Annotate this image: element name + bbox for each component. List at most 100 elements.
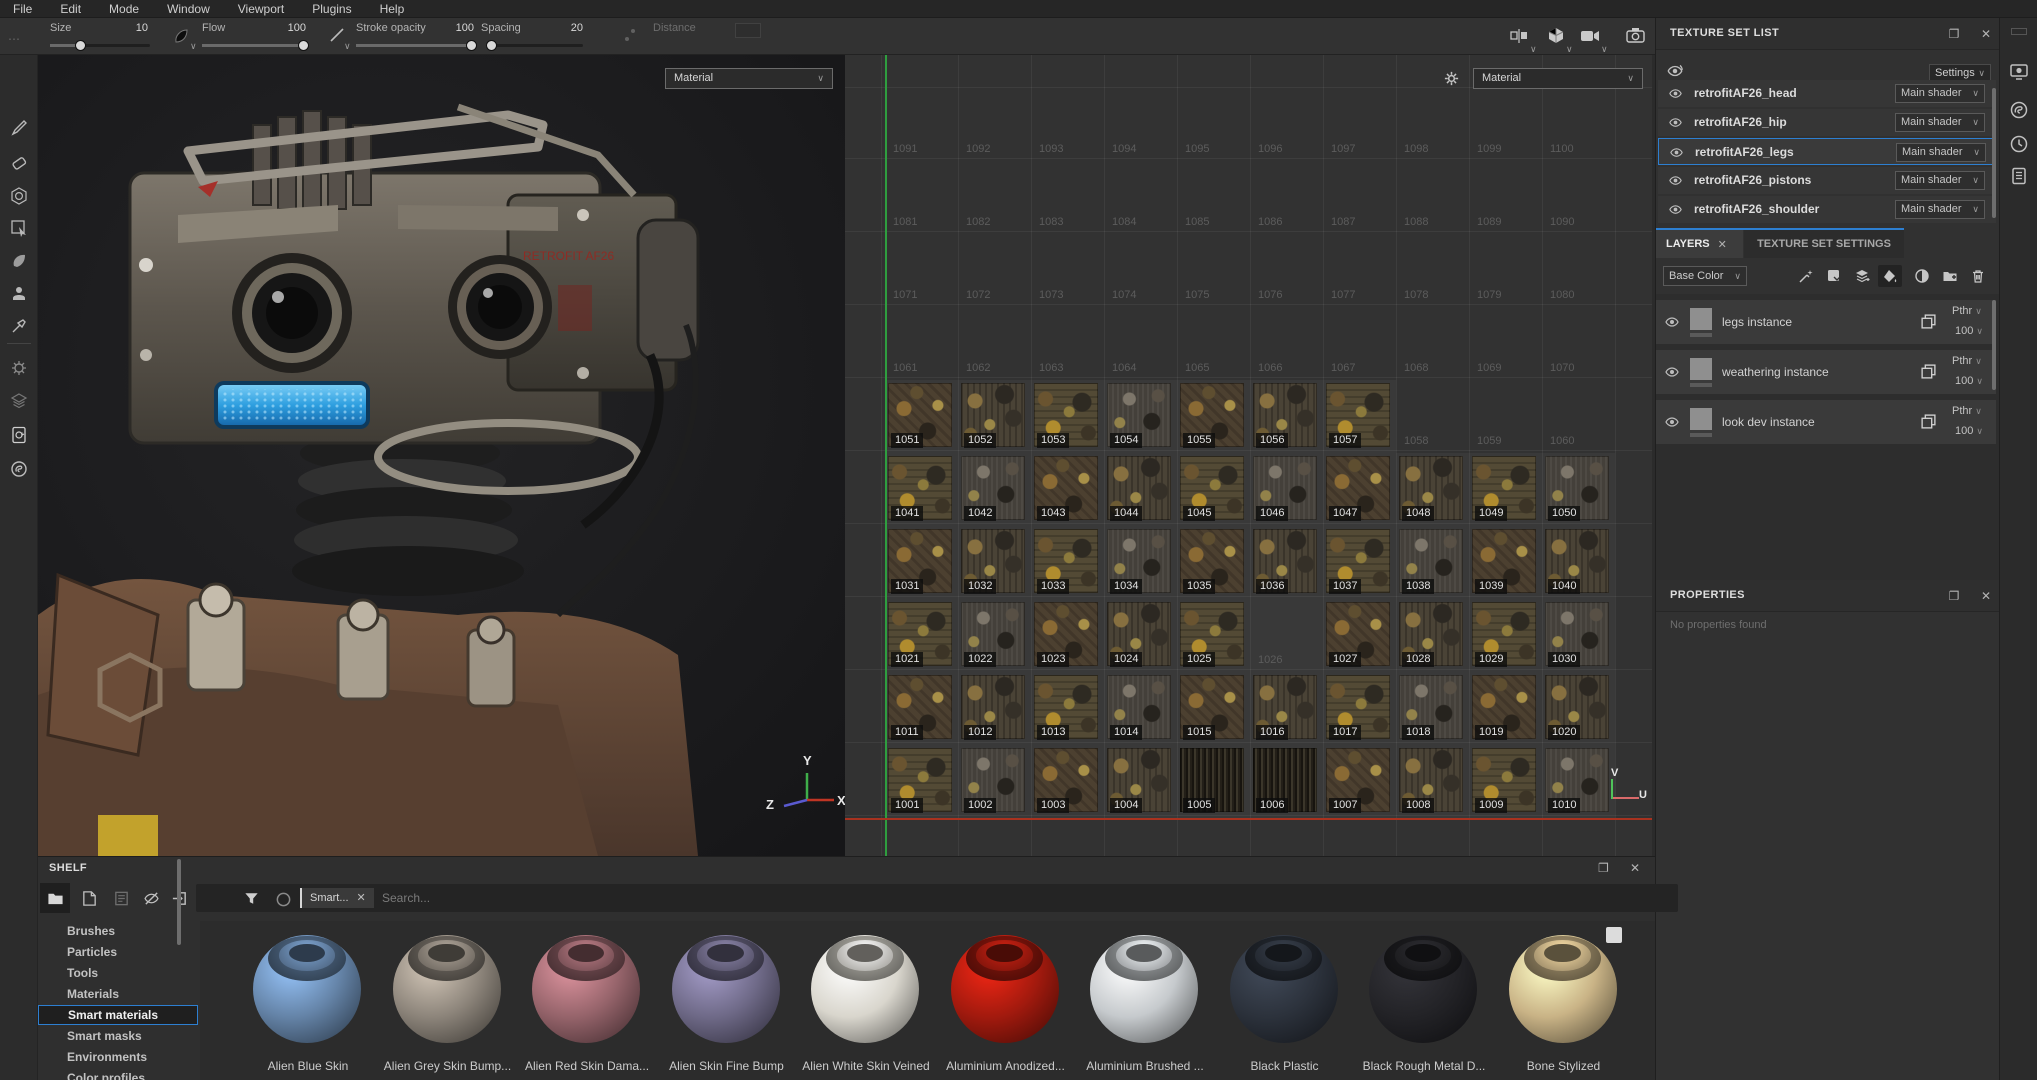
opacity-dropdown[interactable]: 100 ∨ [1955, 375, 1983, 387]
brush-preview-chevron-icon[interactable]: ∨ [190, 42, 197, 51]
shader-dropdown[interactable]: Main shader ∨ [1896, 143, 1986, 162]
eraser-tool-icon[interactable] [8, 151, 30, 173]
shelf-category-smart-materials[interactable]: Smart materials [38, 1005, 198, 1025]
view3d-display-mode-select[interactable]: Material ∨ [665, 68, 833, 89]
eye-slash-icon[interactable] [140, 887, 162, 909]
add-fill-layer-icon[interactable] [1878, 265, 1902, 287]
menu-item-file[interactable]: File [0, 0, 46, 18]
texture-set-row[interactable]: retrofitAF26_hip Main shader ∨ [1658, 109, 1996, 136]
layer-row[interactable]: legs instance Pthr ∨ 100 ∨ [1656, 300, 1996, 344]
blend-mode-dropdown[interactable]: Pthr ∨ [1952, 405, 1982, 417]
shelf-category-smart-masks[interactable]: Smart masks [38, 1026, 198, 1046]
video-camera-icon[interactable] [1580, 29, 1600, 46]
material-item[interactable]: Bone Stylized [1502, 935, 1626, 1080]
texture-set-scrollbar[interactable] [1992, 88, 1996, 218]
shelf-search-bar[interactable]: Smart... ✕ [196, 884, 1678, 912]
layer-thumbnail[interactable] [1690, 358, 1712, 380]
filter-chip[interactable]: Smart... ✕ [300, 888, 374, 908]
material-item[interactable]: Black Rough Metal D... [1362, 935, 1486, 1080]
video-camera-chevron-icon[interactable]: ∨ [1601, 45, 1608, 54]
brush-preview-icon[interactable] [172, 26, 192, 49]
visibility-eye-icon[interactable] [1668, 202, 1683, 217]
material-item[interactable]: Alien Grey Skin Bump... [386, 935, 510, 1080]
visibility-eye-icon[interactable] [1668, 173, 1683, 188]
file-sync-icon[interactable] [8, 424, 30, 446]
visibility-eye-icon[interactable] [1664, 414, 1680, 430]
visibility-eye-icon[interactable] [1669, 145, 1684, 160]
opacity-dropdown[interactable]: 100 ∨ [1955, 425, 1983, 437]
add-effect-wand-icon[interactable] [1794, 265, 1818, 287]
paint-tool-icon[interactable] [8, 117, 30, 139]
opacity-dropdown[interactable]: 100 ∨ [1955, 325, 1983, 337]
spacing-slider[interactable] [486, 44, 583, 47]
shader-dropdown[interactable]: Main shader ∨ [1895, 113, 1985, 132]
shader-dropdown[interactable]: Main shader ∨ [1895, 200, 1985, 219]
polygon-fill-tool-icon[interactable] [8, 217, 30, 239]
menu-item-viewport[interactable]: Viewport [224, 0, 298, 18]
blend-mode-dropdown[interactable]: Pthr ∨ [1952, 305, 1982, 317]
menu-item-edit[interactable]: Edit [46, 0, 95, 18]
new-resource-icon[interactable] [78, 887, 100, 909]
viewport-3d[interactable]: RETROFIT AF26 Material ∨ Y X Z [38, 55, 845, 856]
split-view-chevron-icon[interactable]: ∨ [1530, 45, 1537, 54]
material-item[interactable]: Alien Red Skin Dama... [525, 935, 649, 1080]
disc-badge-icon[interactable] [8, 458, 30, 480]
tab-layers[interactable]: LAYERS ✕ [1656, 230, 1743, 258]
category-scrollbar[interactable] [177, 859, 181, 945]
add-folder-icon[interactable] [1938, 265, 1962, 287]
shelf-category-brushes[interactable]: Brushes [38, 921, 198, 941]
close-icon[interactable]: ✕ [1630, 861, 1640, 875]
shelf-category-materials[interactable]: Materials [38, 984, 198, 1004]
undock-icon[interactable]: ❐ [1598, 861, 1609, 875]
shader-dropdown[interactable]: Main shader ∨ [1895, 171, 1985, 190]
projection-tool-icon[interactable] [8, 185, 30, 207]
material-picker-tool-icon[interactable] [8, 315, 30, 337]
shader-settings-icon[interactable] [2009, 100, 2029, 120]
visibility-eye-icon[interactable] [1664, 314, 1680, 330]
cube-view-icon[interactable] [1547, 27, 1565, 48]
toolbar-drag-handle[interactable]: ⋯ [8, 32, 20, 46]
close-icon[interactable]: ✕ [1978, 588, 1994, 604]
material-item[interactable]: Alien White Skin Veined [804, 935, 928, 1080]
texture-set-row[interactable]: retrofitAF26_head Main shader ∨ [1658, 80, 1996, 107]
stack-icon[interactable] [8, 390, 30, 412]
layer-row[interactable]: look dev instance Pthr ∨ 100 ∨ [1656, 400, 1996, 444]
clone-tool-icon[interactable] [8, 282, 30, 304]
photo-camera-icon[interactable] [1626, 27, 1645, 46]
folder-view-icon[interactable] [44, 887, 66, 909]
material-item[interactable]: Alien Blue Skin [246, 935, 370, 1080]
undock-icon[interactable]: ❐ [1946, 588, 1962, 604]
layer-thumbnail[interactable] [1690, 408, 1712, 430]
undock-icon[interactable]: ❐ [1946, 26, 1962, 42]
shelf-category-environments[interactable]: Environments [38, 1047, 198, 1067]
gear-badge-icon[interactable] [8, 357, 30, 379]
layer-row[interactable]: weathering instance Pthr ∨ 100 ∨ [1656, 350, 1996, 394]
texture-set-row[interactable]: retrofitAF26_legs Main shader ∨ [1658, 138, 1996, 165]
document-icon[interactable] [110, 887, 132, 909]
smudge-tool-icon[interactable] [8, 250, 30, 272]
texture-set-row[interactable]: retrofitAF26_pistons Main shader ∨ [1658, 167, 1996, 194]
layers-scrollbar[interactable] [1992, 300, 1996, 390]
filter-circle-icon[interactable] [272, 888, 294, 910]
search-input[interactable] [382, 887, 782, 909]
flow-slider[interactable] [202, 44, 308, 47]
texture-set-row[interactable]: retrofitAF26_shoulder Main shader ∨ [1658, 196, 1996, 223]
flow-value[interactable]: 100 [262, 22, 306, 34]
instance-copy-icon[interactable] [1920, 413, 1938, 431]
blend-mode-dropdown[interactable]: Pthr ∨ [1952, 355, 1982, 367]
filter-chip-close-icon[interactable]: ✕ [357, 888, 366, 908]
add-smart-material-icon[interactable] [1822, 265, 1846, 287]
instance-copy-icon[interactable] [1920, 313, 1938, 331]
stroke-opacity-value[interactable]: 100 [430, 22, 474, 34]
tab-close-icon[interactable]: ✕ [1718, 238, 1727, 251]
collapsed-panel-handle[interactable] [2011, 28, 2027, 35]
add-layer-icon[interactable] [1850, 265, 1874, 287]
menu-item-mode[interactable]: Mode [95, 0, 153, 18]
display-settings-icon[interactable] [2009, 62, 2029, 82]
menu-item-plugins[interactable]: Plugins [298, 0, 365, 18]
spacing-value[interactable]: 20 [539, 22, 583, 34]
material-item[interactable]: Aluminium Brushed ... [1083, 935, 1207, 1080]
shelf-category-tools[interactable]: Tools [38, 963, 198, 983]
stroke-shape-chevron-icon[interactable]: ∨ [344, 42, 351, 51]
menu-item-help[interactable]: Help [366, 0, 419, 18]
